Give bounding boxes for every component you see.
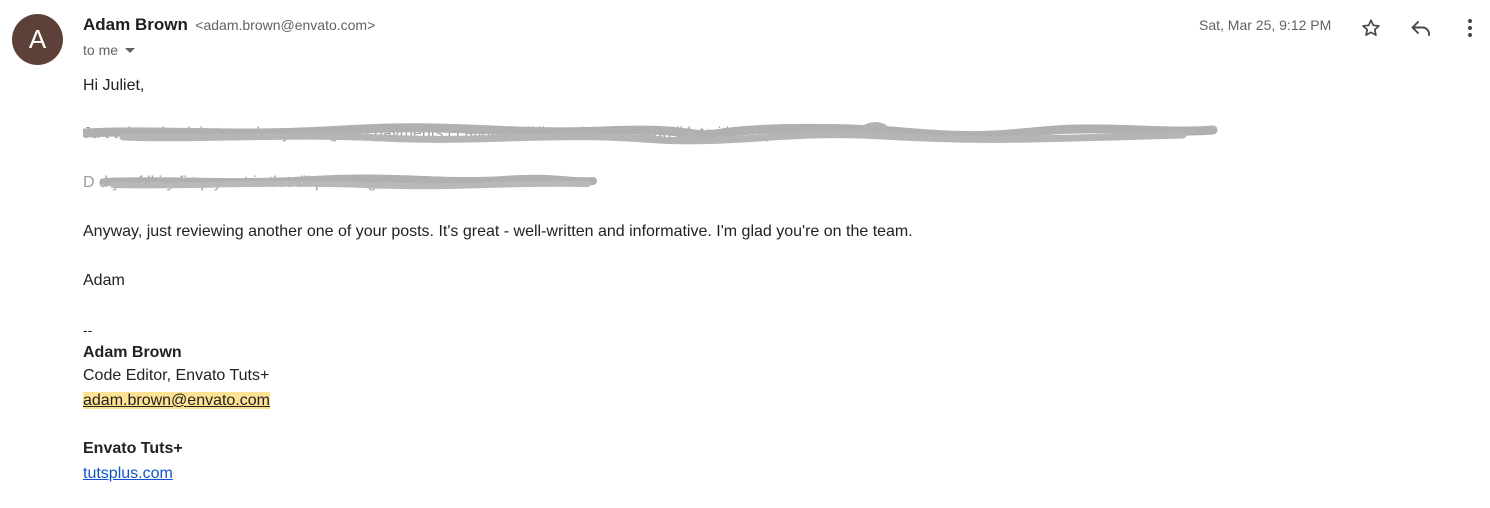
signature-company: Envato Tuts+ [83,440,183,457]
signature-email-link[interactable]: adam.brown@envato.com [83,392,270,409]
redacted-text: Ju t t d to check in to mak e y u t ing … [83,125,850,142]
signature-email: adam.brown@envato.com [83,392,270,410]
reply-button[interactable] [1407,14,1435,42]
sender-name[interactable]: Adam Brown [83,15,188,34]
signature-name: Adam Brown [83,344,182,361]
website-link[interactable]: tutsplus.com [83,465,173,482]
sender-email: <adam.brown@envato.com> [195,17,376,33]
redacted-line-2: D d y e f ll i y fi t p y m t is th t ti… [83,174,597,192]
sender-line: Adam Brown <adam.brown@envato.com> [83,15,375,35]
chevron-down-icon[interactable] [125,47,136,53]
signature-website: tutsplus.com [83,465,173,483]
recipient-dropdown[interactable]: to me [83,42,136,58]
greeting-line: Hi Juliet, [83,77,145,94]
redacted-text: D d y e f ll i y fi t p y m t is th t ti… [83,174,386,191]
redacted-line-1: Ju t t d to check in to mak e y u t ing … [83,122,1218,145]
signature-title: Code Editor, Envato Tuts+ [83,367,270,384]
signature-separator: -- [83,322,93,338]
signoff-line: Adam [83,272,125,289]
more-options-button[interactable] [1456,14,1484,42]
more-vert-icon [1468,19,1472,37]
star-button[interactable] [1357,14,1385,42]
star-outline-icon [1362,19,1380,36]
reply-icon [1411,21,1430,36]
email-message: A Adam Brown <adam.brown@envato.com> to … [0,0,1490,508]
recipient-label: to me [83,42,119,58]
message-date: Sat, Mar 25, 9:12 PM [1199,17,1332,33]
avatar[interactable]: A [12,14,63,65]
review-line: Anyway, just reviewing another one of yo… [83,223,913,240]
